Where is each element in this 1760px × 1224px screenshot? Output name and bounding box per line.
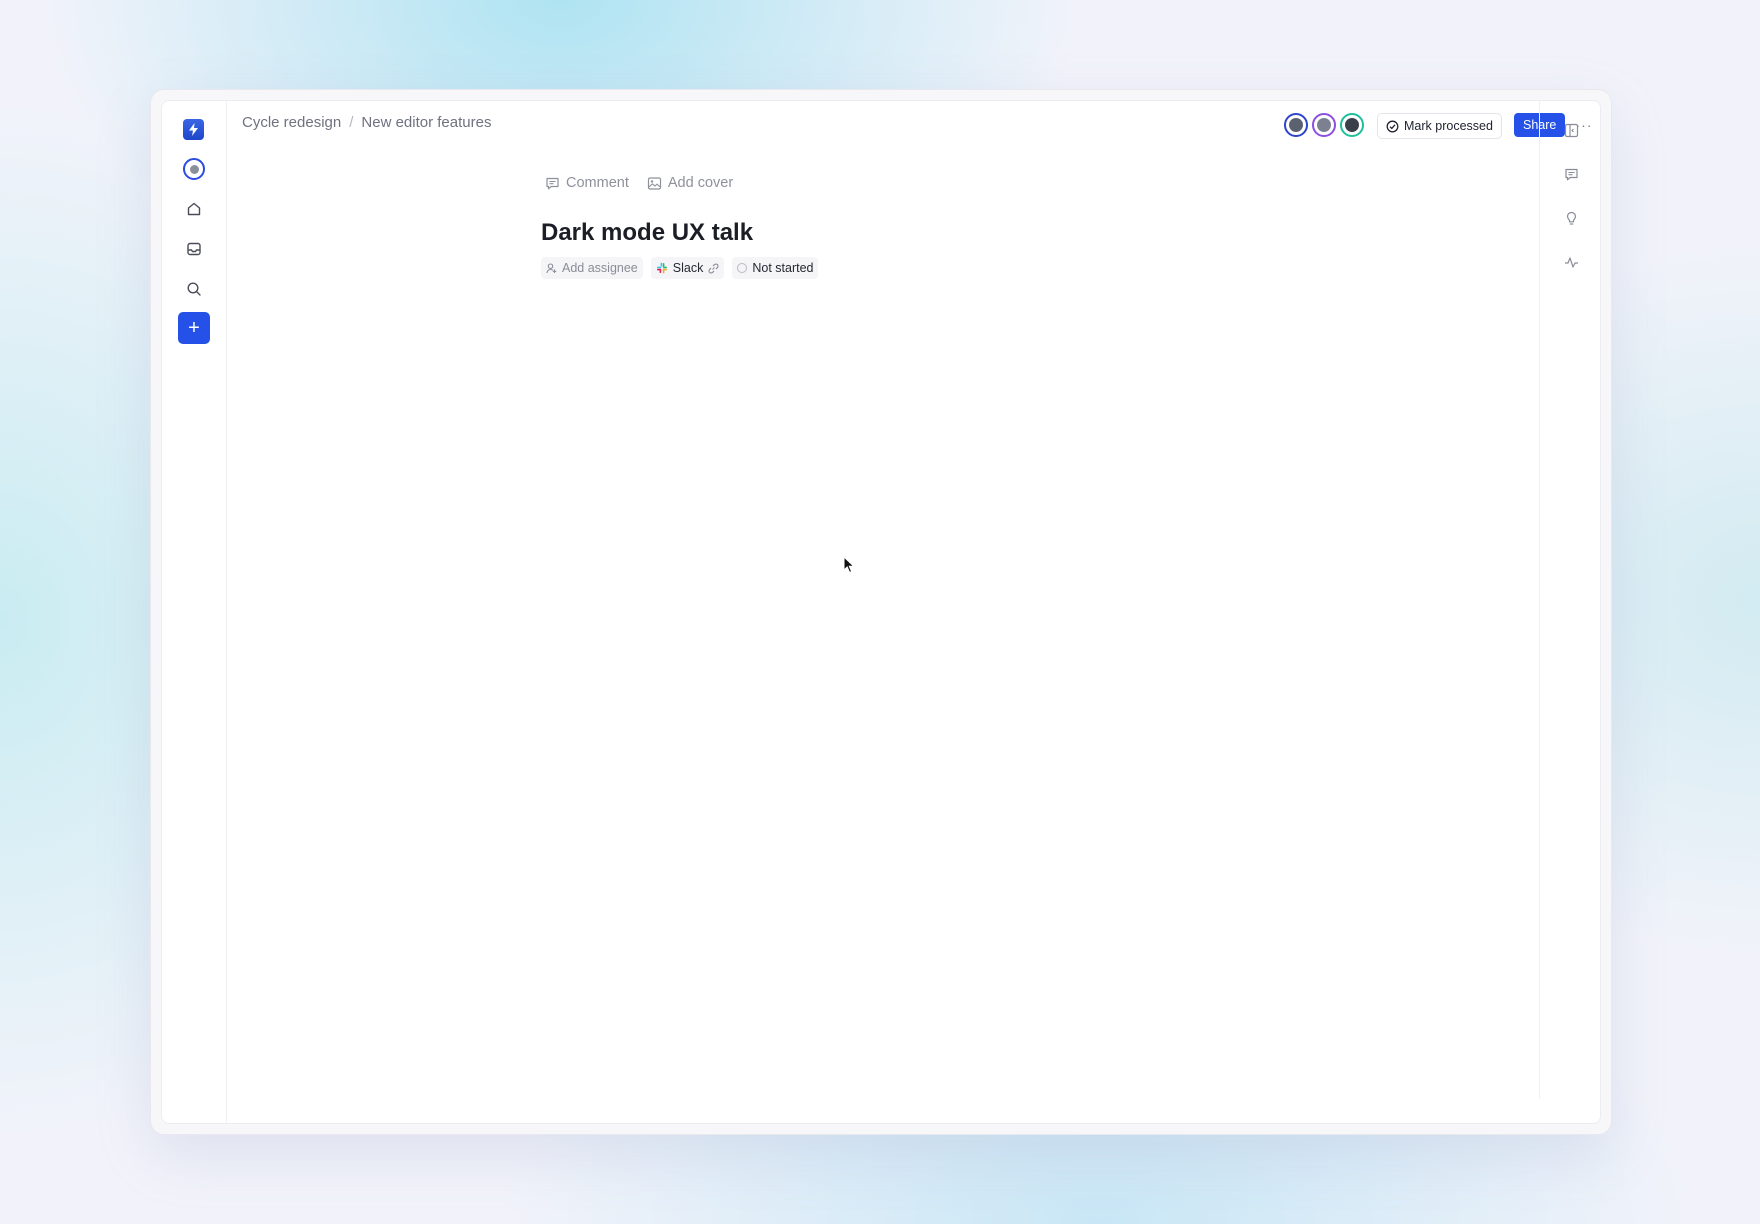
image-icon (647, 176, 661, 190)
user-add-icon (546, 262, 557, 273)
bolt-icon (189, 123, 198, 136)
add-assignee-button[interactable]: Add assignee (541, 257, 643, 279)
home-icon (187, 202, 201, 216)
panel-icon (1564, 123, 1578, 137)
toggle-panel-button[interactable] (1560, 119, 1582, 141)
inbox-button[interactable] (178, 233, 210, 265)
app-window: + Cycle redesign / New editor features M… (150, 89, 1612, 1135)
mark-processed-button[interactable]: Mark processed (1377, 113, 1502, 139)
avatar[interactable] (1340, 113, 1364, 137)
avatar (189, 164, 199, 174)
source-label: Slack (672, 261, 704, 275)
status-badge[interactable]: Not started (732, 257, 819, 279)
assignee-label: Add assignee (562, 261, 638, 275)
check-circle-icon (1386, 120, 1399, 132)
comment-label: Comment (566, 175, 629, 191)
sidebar: + (162, 101, 227, 1123)
lightbulb-icon (1566, 211, 1576, 225)
breadcrumb-separator: / (349, 114, 354, 131)
comment-icon (546, 177, 559, 189)
status-label: Not started (752, 261, 814, 275)
page-title[interactable]: Dark mode UX talk (541, 219, 1241, 247)
search-icon (187, 282, 201, 296)
mouse-cursor-icon (843, 556, 855, 574)
home-button[interactable] (178, 193, 210, 225)
workspace-avatar[interactable] (183, 158, 205, 180)
source-tag[interactable]: Slack (650, 257, 725, 279)
slack-icon (656, 262, 667, 274)
add-cover-button[interactable]: Add cover (647, 175, 733, 191)
insights-button[interactable] (1560, 207, 1582, 229)
right-rail (1539, 101, 1600, 1099)
plus-icon: + (188, 317, 200, 339)
activity-icon (1564, 256, 1578, 268)
breadcrumb-parent[interactable]: Cycle redesign (242, 114, 341, 131)
comments-button[interactable] (1560, 163, 1582, 185)
search-button[interactable] (178, 273, 210, 305)
inbox-icon (187, 242, 201, 256)
chat-icon (1564, 168, 1578, 180)
create-button[interactable]: + (178, 312, 210, 344)
document: Comment Add cover Dark mode UX talk Add … (541, 171, 1241, 279)
header: Cycle redesign / New editor features Mar… (226, 101, 1600, 149)
status-circle-icon (737, 263, 748, 273)
breadcrumb: Cycle redesign / New editor features (242, 114, 491, 131)
collaborator-avatars[interactable] (1284, 113, 1364, 137)
avatar[interactable] (1284, 113, 1308, 137)
app-frame: + Cycle redesign / New editor features M… (161, 100, 1601, 1124)
app-logo[interactable] (183, 119, 204, 140)
breadcrumb-current[interactable]: New editor features (361, 114, 491, 131)
add-cover-label: Add cover (667, 175, 734, 191)
document-actions: Comment Add cover (541, 171, 1241, 195)
comment-button[interactable]: Comment (545, 175, 629, 191)
document-properties: Add assignee Slack Not started (541, 257, 1241, 279)
activity-button[interactable] (1560, 251, 1582, 273)
avatar[interactable] (1312, 113, 1336, 137)
link-icon (708, 262, 719, 274)
mark-processed-label: Mark processed (1404, 119, 1493, 133)
